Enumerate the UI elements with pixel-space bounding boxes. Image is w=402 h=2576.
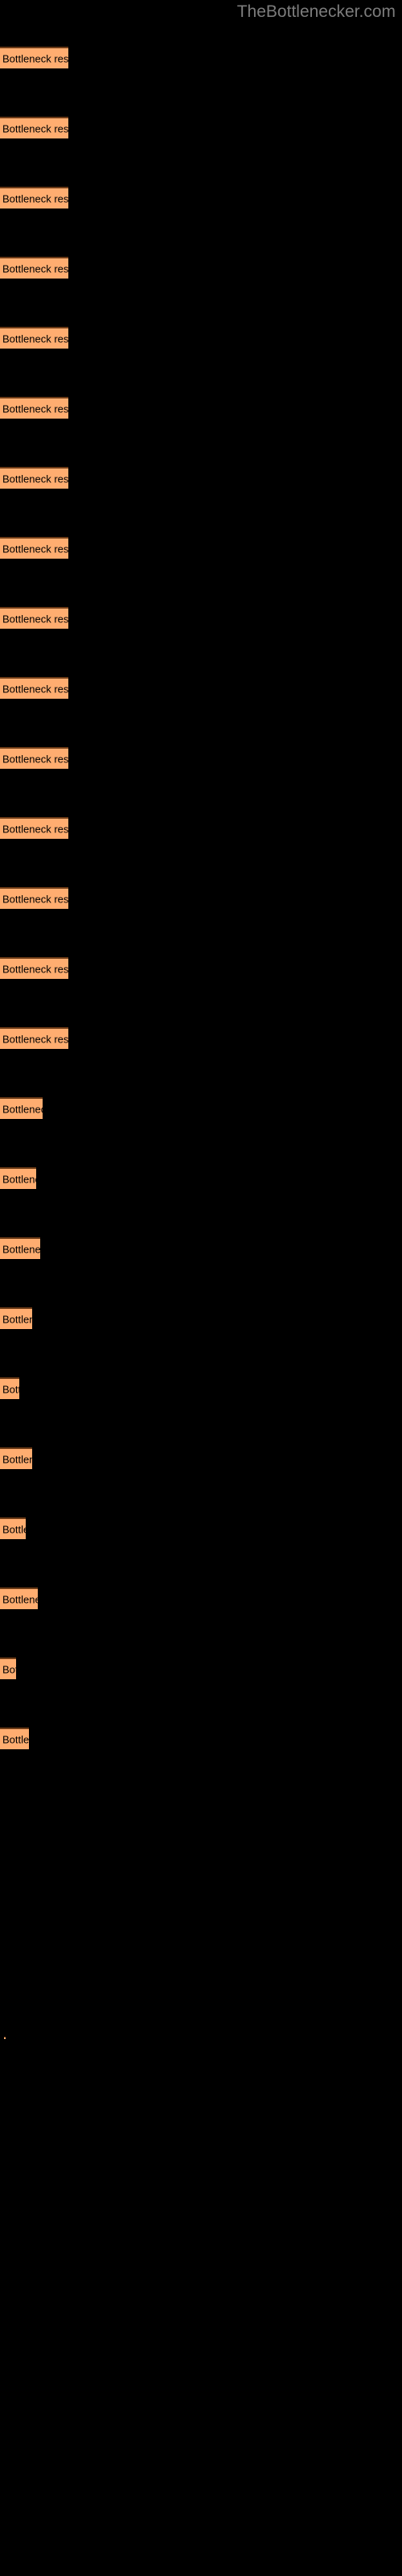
bar-chart-bar: Bottleneck result xyxy=(0,607,68,629)
bar-chart-bar: Bottleneck result xyxy=(0,1447,32,1469)
bar-label: Bottleneck result xyxy=(2,963,68,975)
bar-chart-bar: Bottleneck result xyxy=(0,1517,26,1539)
bar-label: Bottleneck result xyxy=(2,1663,16,1675)
bar-label: Bottleneck result xyxy=(2,122,68,134)
bar-chart-bar: Bottleneck result xyxy=(0,467,68,489)
bar-label: Bottleneck result xyxy=(2,1033,68,1045)
bar-label: Bottleneck result xyxy=(2,1103,43,1115)
bar-chart-bar: Bottleneck result xyxy=(0,957,68,979)
bar-chart-bar: Bottleneck result xyxy=(0,257,68,279)
bar-label: Bottleneck result xyxy=(2,332,68,345)
bar-chart-bar: Bottleneck result xyxy=(0,887,68,909)
bar-chart-bar: Bottleneck result xyxy=(0,1167,36,1189)
bar-label: Bottleneck result xyxy=(2,473,68,485)
bar-label: Bottleneck result xyxy=(2,1593,38,1605)
bar-label: Bottleneck result xyxy=(2,543,68,555)
bar-chart-bar: Bottleneck result xyxy=(0,397,68,419)
bar-label: Bottleneck result xyxy=(2,613,68,625)
bar-chart-bar: Bottleneck result xyxy=(0,187,68,208)
bar-chart-bar: Bottleneck result xyxy=(0,747,68,769)
bar-label: Bottleneck result xyxy=(2,1313,32,1325)
bar-chart-bar: Bottleneck result xyxy=(0,537,68,559)
bar-chart-bar: Bottleneck result xyxy=(0,327,68,349)
bar-chart-bar: Bottleneck result xyxy=(0,1097,43,1119)
bar-label: Bottleneck result xyxy=(2,1383,19,1395)
bar-chart-bar: Bottleneck result xyxy=(0,1237,40,1259)
bar-chart-bar: Bottleneck result xyxy=(0,117,68,138)
bar-chart-bar: Bottleneck result xyxy=(0,1307,32,1329)
bar-label: Bottleneck result xyxy=(2,1453,32,1465)
bar-label: Bottleneck result xyxy=(2,1173,36,1185)
bar-label: Bottleneck result xyxy=(2,823,68,835)
bar-label: Bottleneck result xyxy=(2,262,68,275)
bar-label: Bottleneck result xyxy=(2,192,68,204)
bar-label: Bottleneck result xyxy=(2,1523,26,1535)
bar-chart-bar: Bottleneck result xyxy=(0,47,68,68)
bar-chart-bar: Bottleneck result xyxy=(0,1587,38,1609)
bar-label: Bottleneck result xyxy=(2,1733,29,1745)
bar-chart-bar: Bottleneck result xyxy=(0,1377,19,1399)
bar-chart-bar: Bottleneck result xyxy=(0,817,68,839)
bar-chart-bar: Bottleneck result xyxy=(0,1657,16,1679)
chart-root: TheBottlenecker.com Bottleneck resultBot… xyxy=(0,0,402,2576)
residual-bar-marker xyxy=(4,2037,6,2039)
bar-chart-bar: Bottleneck result xyxy=(0,1728,29,1749)
bar-label: Bottleneck result xyxy=(2,402,68,415)
bar-label: Bottleneck result xyxy=(2,683,68,695)
bar-label: Bottleneck result xyxy=(2,52,68,64)
bar-label: Bottleneck result xyxy=(2,1243,40,1255)
bar-label: Bottleneck result xyxy=(2,893,68,905)
bar-chart-bar: Bottleneck result xyxy=(0,1027,68,1049)
bar-chart-bars: Bottleneck result Bottleneck result Bottle… xyxy=(0,0,402,2576)
bar-label: Bottleneck result xyxy=(2,753,68,765)
bar-chart-bar: Bottleneck result xyxy=(0,677,68,699)
